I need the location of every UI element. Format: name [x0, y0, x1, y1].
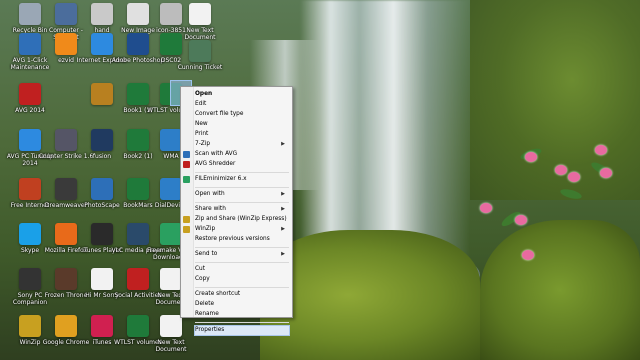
flower [595, 145, 607, 155]
menu-item-open-with[interactable]: Open with ▶ [195, 190, 287, 199]
menu-separator [195, 172, 289, 173]
menu-item-label: Send to [195, 251, 218, 257]
winzip-icon [183, 226, 190, 233]
moss-boulder [260, 230, 480, 360]
submenu-arrow-icon: ▶ [281, 141, 285, 147]
desktop-background: Recycle BinComputer - ShortcuthandNew Im… [0, 0, 640, 360]
desktop-icon-image [160, 178, 182, 200]
menu-item-label: Cut [195, 266, 205, 272]
menu-item-label: WinZip [195, 226, 216, 232]
fileminimizer-icon [183, 176, 190, 183]
menu-item-edit[interactable]: Edit [195, 100, 287, 109]
avg-icon [183, 151, 190, 158]
menu-item-new[interactable]: New [195, 120, 287, 129]
desktop-icon-image [19, 83, 41, 105]
flower [555, 165, 567, 175]
winzip-icon [183, 216, 190, 223]
menu-item-print[interactable]: Print [195, 130, 287, 139]
flower [525, 152, 537, 162]
submenu-arrow-icon: ▶ [281, 226, 285, 232]
menu-item-label: AVG Shredder [195, 161, 236, 167]
menu-item-label: Properties [195, 327, 225, 333]
menu-item-label: Open with [195, 191, 225, 197]
menu-item-fileminimizer-6-x[interactable]: FILEminimizer 6.x [183, 175, 287, 184]
menu-item-avg-shredder[interactable]: AVG Shredder [183, 160, 287, 169]
flower [600, 168, 612, 178]
menu-item-properties[interactable]: Properties [194, 325, 290, 336]
context-menu: Open Edit Convert file type New Print 7-Zip ▶ S… [180, 86, 293, 336]
flower [480, 203, 492, 213]
desktop-icon-image [160, 129, 182, 151]
menu-item-label: Edit [195, 101, 207, 107]
menu-item-label: Copy [195, 276, 210, 282]
menu-separator [195, 287, 289, 288]
menu-item-open[interactable]: Open [195, 90, 287, 99]
desktop-icon[interactable]: New Text Document [141, 312, 201, 360]
desktop-icon-image [160, 223, 182, 245]
desktop-icon-label: AVG 2014 [15, 107, 45, 114]
menu-item-rename[interactable]: Rename [195, 310, 287, 319]
menu-item-restore-previous-versions[interactable]: Restore previous versions [195, 235, 287, 244]
menu-item-label: Rename [195, 311, 219, 317]
menu-separator [195, 262, 289, 263]
menu-item-winzip[interactable]: WinZip ▶ [183, 225, 287, 234]
menu-item-zip-and-share-winzip-express[interactable]: Zip and Share (WinZip Express) [183, 215, 287, 224]
menu-item-label: Create shortcut [195, 291, 241, 297]
menu-separator [195, 187, 289, 188]
shredder-icon [183, 161, 190, 168]
menu-separator [195, 322, 289, 323]
menu-item-label: Convert file type [195, 111, 244, 117]
menu-item-label: FILEminimizer 6.x [195, 176, 247, 182]
menu-item-label: Scan with AVG [195, 151, 238, 157]
menu-item-label: Restore previous versions [195, 236, 270, 242]
menu-item-scan-with-avg[interactable]: Scan with AVG [183, 150, 287, 159]
flower [515, 215, 527, 225]
submenu-arrow-icon: ▶ [281, 206, 285, 212]
moss-boulder-right [480, 220, 640, 360]
menu-item-label: Open [195, 91, 213, 97]
menu-item-label: New [195, 121, 208, 127]
desktop-icon-label: Cunning Ticket [177, 64, 223, 71]
menu-item-label: Share with [195, 206, 226, 212]
desktop-icon-image [160, 315, 182, 337]
menu-separator [195, 202, 289, 203]
desktop-icon[interactable]: AVG 2014 [0, 80, 60, 130]
desktop-icon-image [189, 3, 211, 25]
desktop-icon-image [189, 40, 211, 62]
menu-item-cut[interactable]: Cut [195, 265, 287, 274]
menu-item-copy[interactable]: Copy [195, 275, 287, 284]
submenu-arrow-icon: ▶ [281, 191, 285, 197]
menu-item-label: Print [195, 131, 209, 137]
context-menu-gutter [181, 87, 194, 317]
menu-item-send-to[interactable]: Send to ▶ [195, 250, 287, 259]
menu-item-label: Delete [195, 301, 215, 307]
desktop-icon-label: New Text Document [155, 339, 187, 353]
desktop-icon-image [160, 268, 182, 290]
menu-item-create-shortcut[interactable]: Create shortcut [195, 290, 287, 299]
menu-separator [195, 247, 289, 248]
menu-item-share-with[interactable]: Share with ▶ [195, 205, 287, 214]
menu-item-convert-file-type[interactable]: Convert file type [195, 110, 287, 119]
flower [522, 250, 534, 260]
submenu-arrow-icon: ▶ [281, 251, 285, 257]
menu-item-label: Zip and Share (WinZip Express) [195, 216, 287, 222]
flower [568, 172, 580, 182]
menu-item-delete[interactable]: Delete [195, 300, 287, 309]
menu-item-7-zip[interactable]: 7-Zip ▶ [195, 140, 287, 149]
menu-item-label: 7-Zip [195, 141, 211, 147]
